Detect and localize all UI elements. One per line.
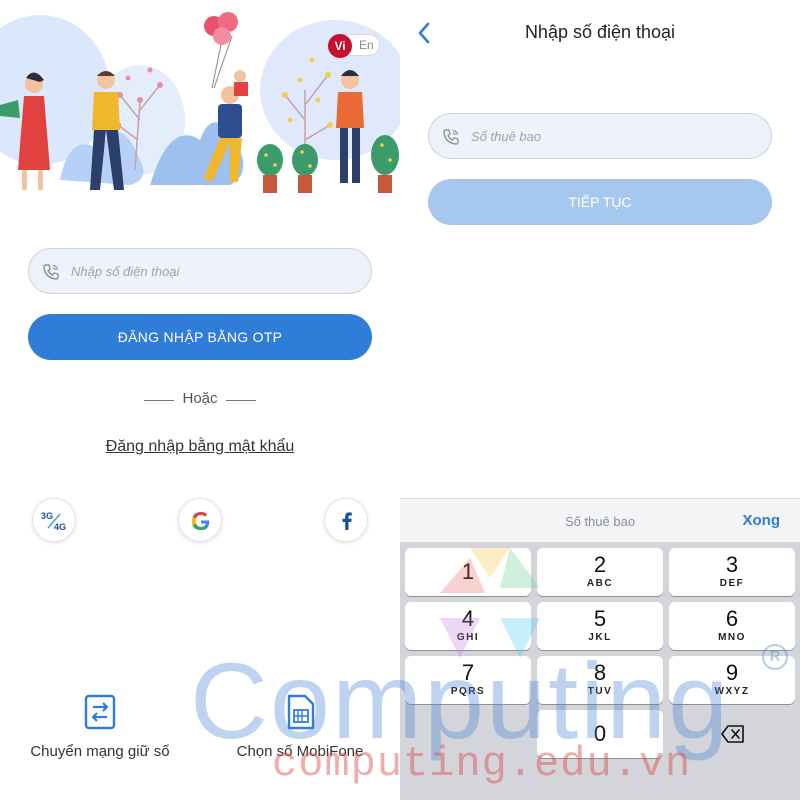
key-digit: 3 — [725, 552, 739, 577]
swap-network-icon — [84, 694, 116, 730]
net-4g-text: 4G — [54, 522, 66, 532]
continue-button[interactable]: TIẾP TỤC — [428, 179, 772, 225]
keyboard-toolbar: Số thuê bao Xong — [400, 498, 800, 542]
or-divider-text: Hoặc — [182, 390, 218, 407]
key-digit: 6 — [725, 606, 739, 631]
key-2[interactable]: 2 ABC — [537, 548, 663, 596]
network-login-button[interactable]: 3G 4G — [32, 498, 76, 542]
watermark-registered-mark: R — [762, 644, 788, 670]
or-divider: Hoặc — [0, 390, 400, 410]
subscriber-input-placeholder: Số thuê bao — [471, 129, 542, 144]
subscriber-number-input[interactable]: Số thuê bao — [428, 113, 772, 159]
hero-illustration — [0, 12, 400, 193]
keyboard-hint: Số thuê bao — [564, 514, 636, 529]
divider-line-left — [144, 400, 174, 401]
page-title: Nhập số điện thoại — [524, 22, 676, 42]
language-en-option[interactable]: En — [359, 38, 374, 52]
key-digit: 5 — [593, 606, 607, 631]
language-toggle[interactable]: Vi En — [328, 34, 380, 58]
port-number-label: Chuyển mạng giữ số — [30, 743, 170, 760]
watermark-url: computing.edu.vn — [272, 740, 692, 788]
otp-login-button[interactable]: ĐĂNG NHẬP BẰNG OTP — [28, 314, 372, 360]
google-login-button[interactable] — [178, 498, 222, 542]
facebook-login-button[interactable] — [324, 498, 368, 542]
net-3g-text: 3G — [41, 511, 53, 521]
language-vi-option[interactable]: Vi — [328, 34, 352, 58]
phone-icon — [43, 264, 59, 280]
facebook-icon — [342, 512, 352, 530]
key-letters: ABC — [586, 578, 614, 589]
key-digit: 2 — [593, 552, 607, 577]
key-3[interactable]: 3 DEF — [669, 548, 795, 596]
phone-icon — [443, 129, 459, 145]
3g-4g-icon: 3G 4G — [41, 511, 66, 532]
key-letters: DEF — [719, 578, 745, 589]
google-icon — [191, 512, 210, 530]
done-button[interactable]: Xong — [743, 512, 781, 529]
port-number-action[interactable]: Chuyển mạng giữ số — [10, 694, 190, 760]
phone-number-input[interactable]: Nhập số điện thoại — [28, 248, 372, 294]
phone-input-placeholder: Nhập số điện thoại — [71, 264, 180, 279]
password-login-link[interactable]: Đăng nhập bằng mật khẩu — [0, 438, 400, 456]
divider-line-right — [226, 400, 256, 401]
